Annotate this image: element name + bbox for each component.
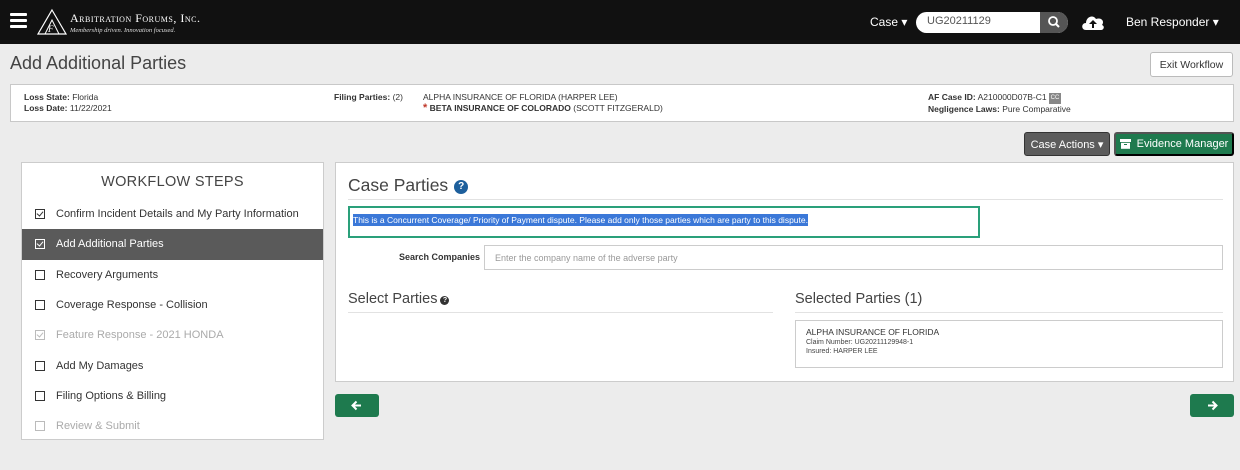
filing-party-1-name: ALPHA INSURANCE OF FLORIDA [423,92,556,102]
filing-party-2-name: BETA INSURANCE OF COLORADO [429,103,571,113]
workflow-title: WORKFLOW STEPS [101,174,244,190]
negligence-label: Negligence Laws: [928,104,1000,114]
exit-workflow-button[interactable]: Exit Workflow [1150,52,1233,77]
workflow-step[interactable]: Recovery Arguments [22,260,323,290]
checked-checkbox-icon [35,239,45,250]
negligence-value: Pure Comparative [1002,104,1071,114]
workflow-step-label: Add Additional Parties [56,238,164,251]
logo-tagline: Membership driven. Innovation focused. [70,26,176,34]
loss-state-label: Loss State: [24,92,70,102]
help-icon[interactable]: ? [454,180,469,194]
loss-date-label: Loss Date: [24,103,68,113]
select-parties-title: Select Parties [348,291,438,307]
workflow-step-label: Confirm Incident Details and My Party In… [56,208,299,221]
evidence-manager-label: Evidence Manager [1136,138,1229,150]
loss-state-value: Florida [72,92,99,102]
workflow-step[interactable]: Add Additional Parties [22,229,323,260]
search-button[interactable] [1040,12,1068,33]
previous-step-button[interactable] [335,394,379,417]
workflow-step: Review & Submit [22,411,323,441]
search-companies-input[interactable] [484,245,1223,270]
workflow-step-label: Review & Submit [56,420,140,433]
asterisk-icon: * [423,102,428,114]
help-icon[interactable]: ? [440,296,450,305]
search-companies-label: Search Companies [399,252,481,262]
arrow-right-icon [1208,400,1218,411]
checkbox-icon [35,421,45,432]
case-parties-panel: Case Parties? This is a Concurrent Cover… [335,162,1234,382]
party-insured: Insured: HARPER LEE [806,348,878,355]
workflow-step[interactable]: Add My Damages [22,350,323,380]
archive-icon [1119,139,1131,149]
workflow-step-label: Coverage Response - Collision [56,299,208,312]
case-actions-button[interactable]: Case Actions ▾ [1024,132,1110,156]
loss-date-value: 11/22/2021 [69,103,112,113]
selected-party-card[interactable]: ALPHA INSURANCE OF FLORIDA Claim Number:… [795,320,1223,368]
case-parties-title: Case Parties [348,175,449,195]
svg-text:F: F [47,24,54,34]
top-navbar: F Arbitration Forums, Inc. Membership dr… [0,0,1240,44]
party-name: ALPHA INSURANCE OF FLORIDA [806,327,940,337]
filing-parties-count: (2) [392,92,403,102]
evidence-manager-button[interactable]: Evidence Manager [1114,132,1234,156]
checked-checkbox-icon [35,330,45,341]
next-step-button[interactable] [1190,394,1234,417]
workflow-step[interactable]: Coverage Response - Collision [22,290,323,320]
search-icon [1048,16,1060,28]
logo-title: Arbitration Forums, Inc. [70,10,201,25]
case-menu-dropdown[interactable]: Case ▾ [870,15,907,29]
case-info-bar: Loss State: Florida Loss Date: 11/22/202… [10,84,1234,122]
divider [348,312,773,313]
case-search-box [916,12,1068,33]
party-claim-number: Claim Number: UG20211129948-1 [806,339,914,346]
user-menu-dropdown[interactable]: Ben Responder ▾ [1126,15,1219,29]
case-search-input[interactable] [927,15,1042,27]
checkbox-icon [35,300,45,311]
cloud-upload-icon[interactable] [1080,11,1106,33]
workflow-step-label: Add My Damages [56,359,144,372]
arrow-left-icon [351,400,361,411]
workflow-step-label: Feature Response - 2021 HONDA [56,329,224,342]
filing-party-1-contact: (HARPER LEE) [558,92,618,102]
workflow-step: Feature Response - 2021 HONDA [22,320,323,350]
workflow-step[interactable]: Filing Options & Billing [22,381,323,411]
case-id-label: AF Case ID: [928,92,976,102]
workflow-steps-panel: WORKFLOW STEPS Confirm Incident Details … [21,162,324,440]
selected-parties-title: Selected Parties (1) [795,291,923,307]
checkbox-icon [35,390,45,401]
notice-box: This is a Concurrent Coverage/ Priority … [348,206,980,238]
checkbox-icon [35,269,45,280]
checkbox-icon [35,360,45,371]
workflow-step-label: Filing Options & Billing [56,389,167,402]
case-id-value: A210000D07B-C1 [977,92,1047,102]
workflow-step-list: Confirm Incident Details and My Party In… [22,199,323,441]
menu-icon[interactable] [10,13,27,29]
page-title: Add Additional Parties [10,53,187,73]
filing-party-2-contact: (SCOTT FITZGERALD) [573,103,663,113]
cc-badge: CC [1048,93,1062,104]
workflow-step[interactable]: Confirm Incident Details and My Party In… [22,199,323,229]
filing-parties-label: Filing Parties: [334,92,391,102]
workflow-step-label: Recovery Arguments [56,268,159,281]
checked-checkbox-icon [35,209,45,220]
divider [795,312,1223,313]
logo-mark-icon: F [36,8,68,35]
notice-text: This is a Concurrent Coverage/ Priority … [353,214,808,226]
divider [348,199,1223,200]
logo[interactable]: F Arbitration Forums, Inc. Membership dr… [36,8,200,36]
